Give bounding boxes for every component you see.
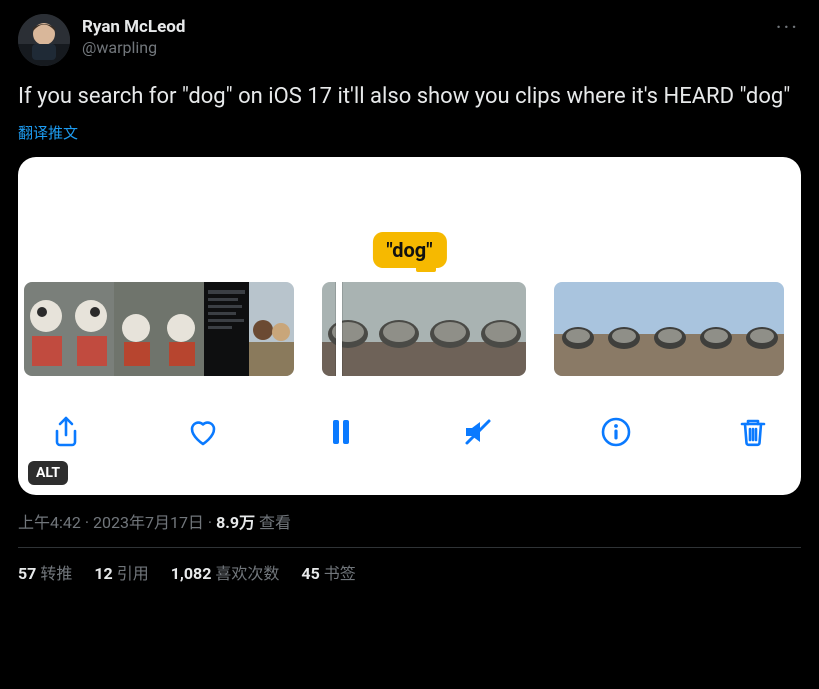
thumbnail	[600, 282, 646, 376]
divider	[18, 547, 801, 548]
thumbnail	[475, 282, 526, 376]
tweet-text: If you search for "dog" on iOS 17 it'll …	[18, 82, 801, 112]
clip-strip	[18, 282, 801, 376]
thumbnail	[373, 282, 424, 376]
tweet-header: Ryan McLeod @warpling ···	[18, 14, 801, 66]
pause-button[interactable]	[323, 414, 359, 450]
thumbnail	[554, 282, 600, 376]
media-card[interactable]: "dog"	[18, 157, 801, 495]
like-button[interactable]	[185, 414, 221, 450]
stat-quotes[interactable]: 12引用	[94, 560, 148, 584]
handle[interactable]: @warpling	[82, 38, 185, 59]
info-icon	[599, 415, 633, 449]
thumbnail	[249, 282, 294, 376]
meta-time[interactable]: 上午4:42	[18, 513, 81, 532]
thumbnail	[692, 282, 738, 376]
share-icon	[49, 415, 83, 449]
clip-2[interactable]	[322, 282, 526, 376]
clip-3[interactable]	[554, 282, 784, 376]
stat-bookmarks[interactable]: 45书签	[301, 560, 355, 584]
playhead[interactable]	[336, 282, 342, 376]
heart-icon	[186, 415, 220, 449]
thumbnail	[204, 282, 249, 376]
tweet: Ryan McLeod @warpling ··· If you search …	[0, 0, 819, 594]
mute-button[interactable]	[460, 414, 496, 450]
stat-retweets[interactable]: 57转推	[18, 560, 72, 584]
avatar[interactable]	[18, 14, 70, 66]
stat-likes[interactable]: 1,082喜欢次数	[171, 560, 280, 584]
media-top: "dog"	[18, 157, 801, 282]
translate-link[interactable]: 翻译推文	[18, 122, 801, 143]
trash-button[interactable]	[735, 414, 771, 450]
alt-badge[interactable]: ALT	[28, 461, 68, 485]
speaker-muted-icon	[461, 415, 495, 449]
thumbnail	[322, 282, 373, 376]
share-button[interactable]	[48, 414, 84, 450]
thumbnail	[159, 282, 204, 376]
meta-date[interactable]: 2023年7月17日	[93, 513, 204, 532]
author-names: Ryan McLeod @warpling	[82, 16, 185, 59]
thumbnail	[24, 282, 69, 376]
meta-views-count[interactable]: 8.9万	[216, 513, 255, 532]
thumbnail	[424, 282, 475, 376]
tweet-meta: 上午4:42 · 2023年7月17日 · 8.9万 查看	[18, 509, 801, 533]
thumbnail	[114, 282, 159, 376]
media-toolbar	[18, 376, 801, 466]
search-bubble: "dog"	[372, 232, 446, 268]
thumbnail	[646, 282, 692, 376]
clip-1[interactable]	[24, 282, 294, 376]
trash-icon	[736, 415, 770, 449]
meta-views-label: 查看	[255, 513, 291, 532]
display-name[interactable]: Ryan McLeod	[82, 16, 185, 38]
thumbnail	[738, 282, 784, 376]
tweet-stats: 57转推 12引用 1,082喜欢次数 45书签	[18, 560, 801, 584]
thumbnail	[69, 282, 114, 376]
pause-icon	[324, 415, 358, 449]
bubble-tick	[416, 266, 436, 272]
info-button[interactable]	[598, 414, 634, 450]
more-button[interactable]: ···	[774, 14, 801, 44]
